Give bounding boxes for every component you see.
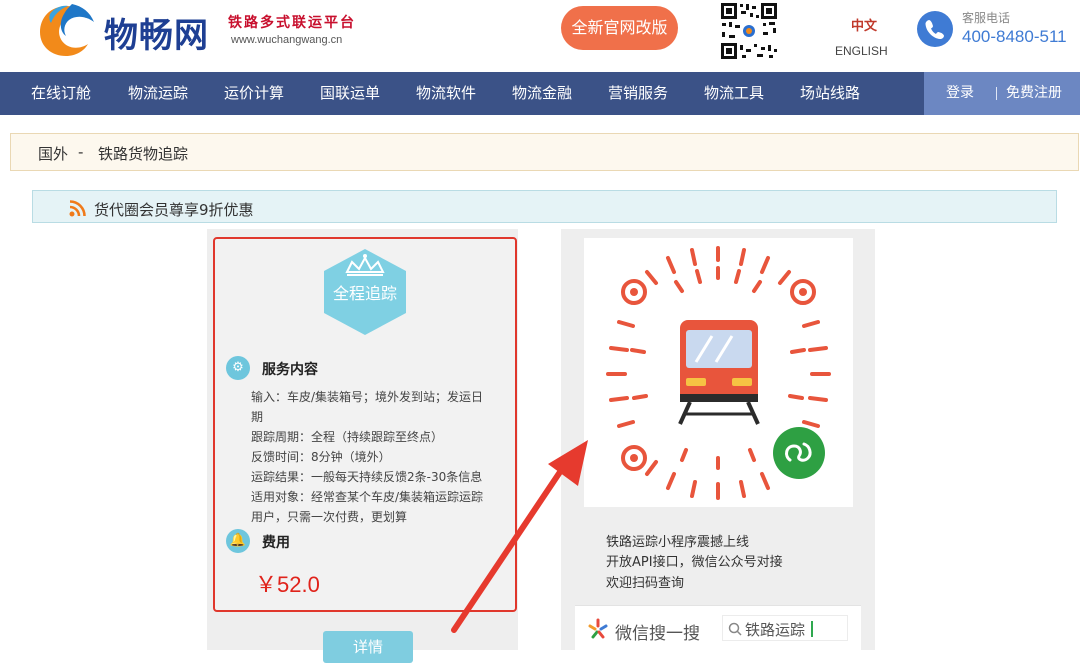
- promo-text[interactable]: 货代圈会员尊享9折优惠: [94, 199, 254, 220]
- service-detail-line: 输入：车皮/集装箱号；境外发到站；发运日: [251, 390, 484, 404]
- brand-name[interactable]: 物畅网: [104, 8, 209, 57]
- nav-item-station-routes[interactable]: 场站线路: [800, 72, 860, 115]
- price-value: ￥52.0: [255, 572, 320, 597]
- phone-icon: [917, 11, 953, 47]
- service-detail-line: 用户，只需一次付费，更划算: [251, 510, 408, 524]
- nav-item-freight-calculator[interactable]: 运价计算: [224, 72, 284, 115]
- breadcrumb-item-overseas[interactable]: 国外: [38, 143, 68, 164]
- nav-item-logistics-tracking[interactable]: 物流运踪: [128, 72, 188, 115]
- new-site-button[interactable]: 全新官网改版: [561, 6, 678, 50]
- text-caret: [811, 621, 813, 637]
- nav-item-intl-waybill[interactable]: 国联运单: [320, 72, 380, 115]
- miniprogram-code-icon: [606, 246, 831, 500]
- wechat-search-input[interactable]: 铁路运踪: [722, 615, 848, 641]
- main-nav: 在线订舱 物流运踪 运价计算 国联运单 物流软件 物流金融 营销服务 物流工具 …: [0, 72, 1080, 115]
- qr-code-icon: [719, 1, 779, 61]
- gear-icon: ⚙: [226, 356, 250, 380]
- brand-tagline: 铁路多式联运平台: [228, 15, 356, 31]
- breadcrumb: 国外 - 铁路货物追踪: [10, 133, 1079, 171]
- fee-title: 费用: [262, 535, 290, 551]
- hotline-label: 客服电话: [962, 11, 1011, 25]
- details-button[interactable]: 详情: [323, 631, 413, 663]
- miniprogram-line: 欢迎扫码查询: [606, 576, 685, 591]
- service-detail-line: 反馈时间：8分钟（境外）: [251, 450, 391, 464]
- register-link[interactable]: 免费注册: [1006, 72, 1062, 115]
- lang-chinese-link[interactable]: 中文: [851, 15, 877, 34]
- search-icon: [728, 622, 742, 636]
- hotline-number[interactable]: 400-8480-511: [962, 27, 1067, 47]
- nav-item-online-booking[interactable]: 在线订舱: [31, 72, 91, 115]
- breadcrumb-item-current: 铁路货物追踪: [98, 145, 189, 163]
- brand-logo-icon[interactable]: [36, 2, 98, 58]
- nav-item-logistics-finance[interactable]: 物流金融: [512, 72, 572, 115]
- page: 物畅网 铁路多式联运平台 www.wuchangwang.cn 全新官网改版 中…: [0, 0, 1080, 666]
- breadcrumb-separator: -: [78, 143, 84, 161]
- nav-item-logistics-software[interactable]: 物流软件: [416, 72, 476, 115]
- miniprogram-line: 铁路运踪小程序震撼上线: [606, 535, 750, 550]
- miniprogram-line: 开放API接口，微信公众号对接: [606, 555, 783, 570]
- website-url: www.wuchangwang.cn: [231, 34, 343, 46]
- auth-divider: [996, 87, 997, 100]
- promo-banner: 货代圈会员尊享9折优惠: [32, 190, 1057, 223]
- service-detail-line: 跟踪周期：全程（持续跟踪至终点）: [251, 430, 444, 444]
- nav-item-marketing[interactable]: 营销服务: [608, 72, 668, 115]
- service-badge-label: 全程追踪: [332, 284, 397, 303]
- lang-english-link[interactable]: ENGLISH: [835, 44, 888, 58]
- service-content-title: 服务内容: [262, 362, 318, 378]
- miniprogram-qr-code: [584, 238, 853, 507]
- login-link[interactable]: 登录: [946, 72, 974, 115]
- search-query-text: 铁路运踪: [745, 621, 806, 639]
- wechat-search-bar: 微信搜一搜 铁路运踪: [575, 605, 861, 650]
- bell-icon: 🔔: [226, 529, 250, 553]
- wechat-search-label: 微信搜一搜: [615, 624, 700, 644]
- annotation-arrow-icon: [451, 440, 588, 633]
- rss-icon: [69, 200, 86, 217]
- service-detail-line: 期: [251, 410, 264, 424]
- nav-item-logistics-tools[interactable]: 物流工具: [704, 72, 764, 115]
- auth-area: 登录 免费注册: [924, 72, 1080, 115]
